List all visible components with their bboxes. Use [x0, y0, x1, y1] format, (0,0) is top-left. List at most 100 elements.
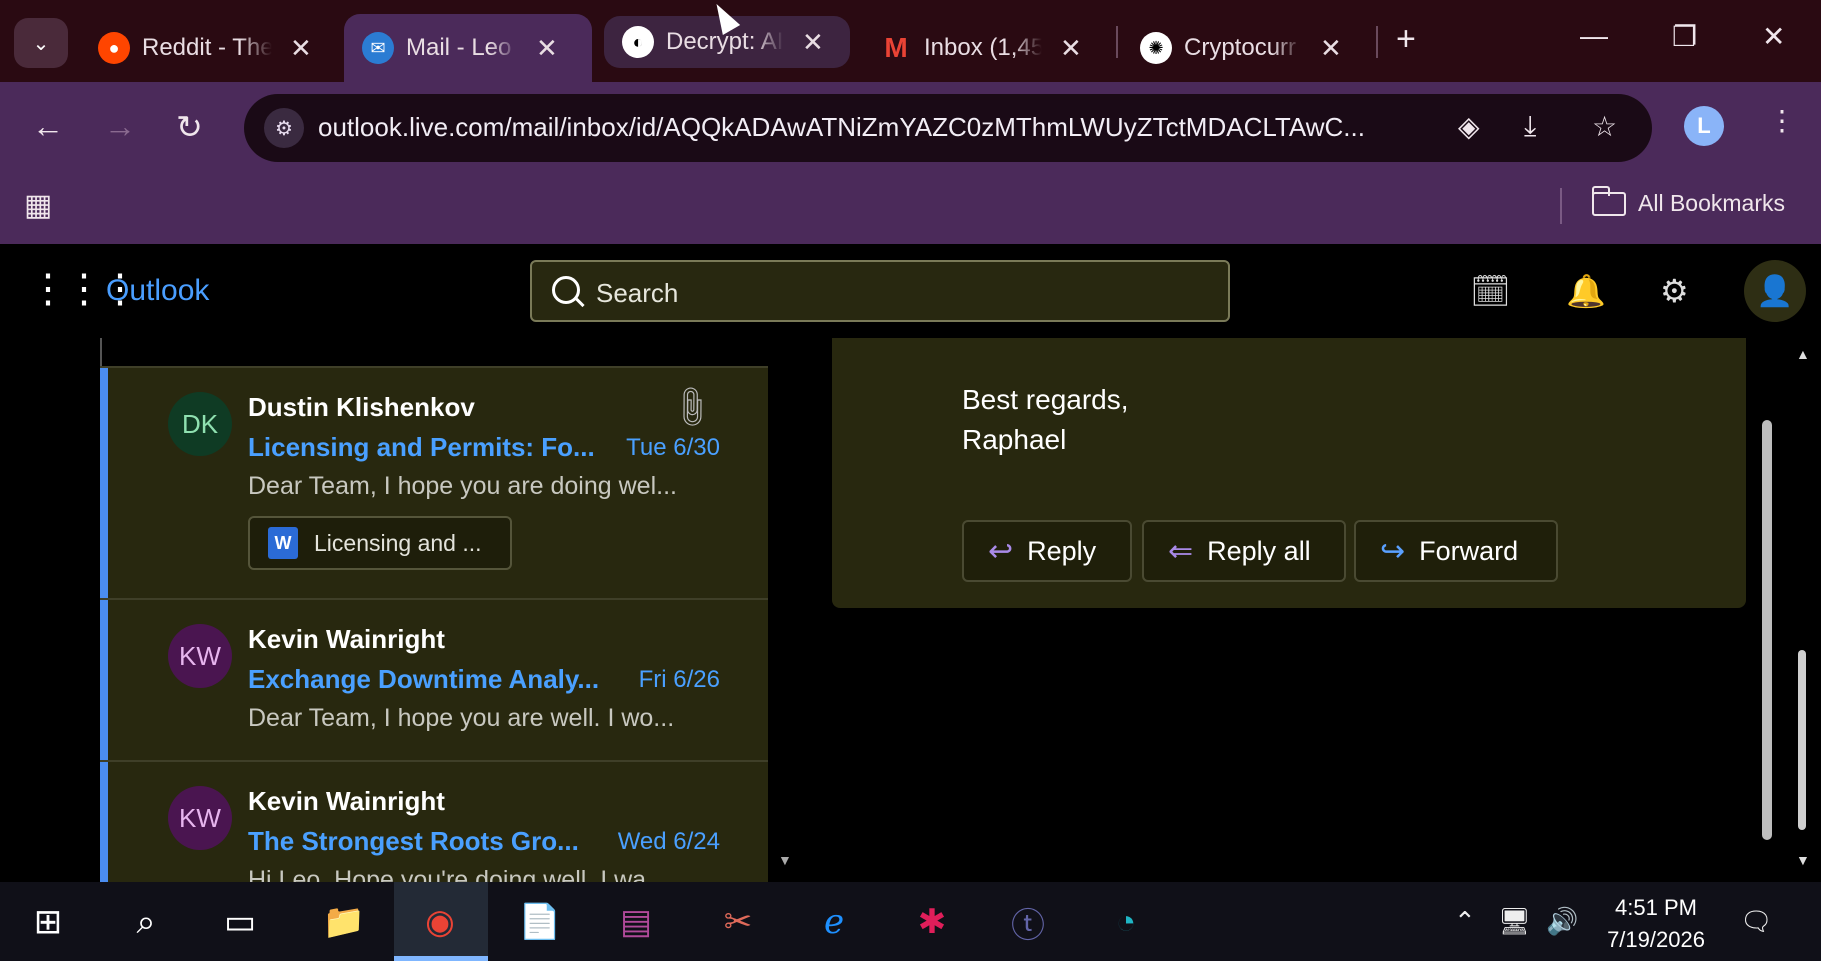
tab-divider — [1116, 26, 1118, 58]
profile-avatar[interactable]: L — [1684, 106, 1724, 146]
forward-button[interactable]: ↪ Forward — [1354, 520, 1558, 582]
message-subject: The Strongest Roots Gro... — [248, 826, 579, 856]
gear-icon[interactable]: ⚙ — [1660, 272, 1689, 310]
back-button[interactable]: ← — [32, 108, 64, 145]
slack-icon[interactable]: ✱ — [904, 894, 960, 950]
search-input[interactable]: Search — [530, 260, 1230, 322]
reading-pane-scrollbar[interactable] — [1762, 420, 1772, 840]
unread-indicator — [100, 762, 108, 882]
outlook-icon: ✉ — [362, 32, 394, 64]
network-icon[interactable]: 🖥 — [1498, 906, 1531, 937]
tab-title: Cryptocurr — [1184, 34, 1297, 61]
account-avatar[interactable]: 👤 — [1744, 260, 1806, 322]
reply-all-label: Reply all — [1207, 535, 1311, 566]
address-bar[interactable]: ⚙ outlook.live.com/mail/inbox/id/AQQkADA… — [244, 94, 1652, 162]
browser-tab-bar: ⌄ ● Reddit - The ✕ ✉ Mail - Leo C ✕ ◐ De… — [0, 0, 1821, 82]
message-item[interactable]: DK Dustin Klishenkov 📎︎ Licensing and Pe… — [100, 366, 768, 598]
windows-taskbar: ⊞ ⌕ ▭ 📁 ◉ 📄 ▤ ✂ ℯ ✱ ⓣ ◔ ⌃ 🖥 🔊 4:51 PM 7/… — [0, 882, 1821, 961]
sender-avatar: DK — [168, 392, 232, 456]
reload-button[interactable]: ↻ — [176, 108, 203, 146]
my-day-icon[interactable]: 🗓 — [1470, 272, 1511, 310]
attachment-name: Licensing and ... — [314, 529, 482, 556]
tab-title: Inbox (1,45 — [924, 34, 1042, 61]
reddit-icon: ● — [98, 32, 130, 64]
bell-icon[interactable]: 🔔 — [1566, 272, 1606, 310]
apps-grid-icon[interactable]: ▦ — [24, 188, 52, 223]
install-app-icon[interactable]: ⤓ — [1524, 110, 1536, 143]
signoff-closing: Best regards, — [962, 384, 1129, 415]
new-tab-button[interactable]: + — [1396, 20, 1416, 59]
chevron-up-icon[interactable]: ⌃ — [1454, 906, 1476, 937]
chrome-icon[interactable]: ◉ — [412, 894, 468, 950]
page-scrollbar[interactable] — [1798, 650, 1806, 830]
message-item[interactable]: KW Kevin Wainright The Strongest Roots G… — [100, 760, 768, 882]
sender-name: Kevin Wainright — [248, 624, 445, 654]
tab-title: Mail - Leo C — [406, 34, 518, 61]
close-tab-icon[interactable]: ✕ — [1320, 33, 1342, 64]
email-signoff: Best regards, Raphael — [962, 380, 1129, 460]
file-explorer-icon[interactable]: 📁 — [316, 894, 372, 950]
all-bookmarks-button[interactable]: All Bookmarks — [1592, 185, 1785, 217]
sender-name: Dustin Klishenkov — [248, 392, 475, 422]
close-tab-icon[interactable]: ✕ — [290, 33, 312, 64]
scroll-up-arrow[interactable]: ▲ — [1796, 346, 1810, 362]
windows-start-icon[interactable]: ⊞ — [20, 894, 76, 950]
reply-button[interactable]: ↩ Reply — [962, 520, 1132, 582]
close-window-button[interactable]: ✕ — [1762, 20, 1785, 53]
chevron-down-icon: ⌄ — [32, 32, 50, 55]
tab-outlook-mail[interactable]: ✉ Mail - Leo C ✕ — [344, 14, 592, 82]
message-preview: Dear Team, I hope you are well. I wo... — [248, 704, 675, 732]
browser-menu-icon[interactable]: ⋮ — [1768, 104, 1796, 137]
scroll-down-arrow[interactable]: ▼ — [1796, 852, 1810, 868]
notepad-icon[interactable]: 📄 — [512, 894, 568, 950]
minimize-button[interactable]: — — [1580, 20, 1608, 52]
task-view-icon[interactable]: ▭ — [212, 894, 268, 950]
notifications-icon[interactable]: 🗨 — [1740, 906, 1773, 937]
sender-name: Kevin Wainright — [248, 786, 445, 816]
list-scroll-down-arrow[interactable]: ▼ — [778, 852, 792, 868]
teams-icon[interactable]: ⓣ — [1000, 894, 1056, 950]
message-preview: Hi Leo, Hope you're doing well. I wa... — [248, 866, 667, 882]
attachment-chip[interactable]: W Licensing and ... — [248, 516, 512, 570]
tab-search-button[interactable]: ⌄ — [14, 18, 68, 68]
message-date: Tue 6/30 — [626, 434, 720, 461]
decrypt-icon: ◐ — [622, 26, 654, 58]
site-settings-icon[interactable]: ⚙ — [264, 108, 304, 148]
message-date: Fri 6/26 — [638, 666, 720, 693]
url-text[interactable]: outlook.live.com/mail/inbox/id/AQQkADAwA… — [318, 112, 1458, 143]
restore-button[interactable]: ❐ — [1672, 20, 1697, 53]
tab-reddit[interactable]: ● Reddit - The ✕ — [80, 14, 330, 82]
unread-indicator — [100, 600, 108, 760]
sender-avatar: KW — [168, 624, 232, 688]
reading-pane: Best regards, Raphael ↩ Reply ⇐ Reply al… — [832, 338, 1746, 608]
outlook-brand[interactable]: Outlook — [106, 274, 209, 308]
reply-all-button[interactable]: ⇐ Reply all — [1142, 520, 1346, 582]
internet-explorer-icon[interactable]: ℯ — [806, 894, 862, 950]
close-tab-icon[interactable]: ✕ — [802, 27, 824, 58]
message-preview: Dear Team, I hope you are doing wel... — [248, 472, 677, 500]
message-item[interactable]: KW Kevin Wainright Exchange Downtime Ana… — [100, 598, 768, 760]
active-app-indicator — [394, 956, 488, 961]
tab-gmail[interactable]: M Inbox (1,45 ✕ — [862, 14, 1100, 82]
extension-diamond-icon[interactable]: ◈ — [1458, 110, 1480, 143]
bookmarks-bar: ▦ All Bookmarks — [0, 174, 1821, 244]
tab-cryptocurrency[interactable]: ✺ Cryptocurr ✕ — [1122, 14, 1360, 82]
volume-icon[interactable]: 🔊 — [1546, 906, 1578, 937]
winrar-icon[interactable]: ▤ — [608, 894, 664, 950]
browser-toolbar: ← → ↻ ⚙ outlook.live.com/mail/inbox/id/A… — [0, 82, 1821, 174]
paint-icon[interactable]: ✂ — [710, 894, 766, 950]
previous-item-fragment: ‾‾‾‾ — [248, 338, 288, 355]
bookmark-star-icon[interactable]: ☆ — [1592, 110, 1617, 143]
reply-all-icon: ⇐ — [1168, 534, 1194, 568]
message-date: Wed 6/24 — [617, 828, 720, 855]
search-taskbar-icon[interactable]: ⌕ — [118, 894, 174, 950]
forward-icon: ↪ — [1380, 534, 1406, 568]
close-tab-icon[interactable]: ✕ — [536, 33, 558, 64]
close-tab-icon[interactable]: ✕ — [1060, 33, 1082, 64]
sender-avatar: KW — [168, 786, 232, 850]
app-wave-icon[interactable]: ◔ — [1098, 894, 1154, 950]
system-clock[interactable]: 4:51 PM 7/19/2026 — [1596, 892, 1716, 956]
outlook-header: ⋮⋮⋮ Outlook Search 🗓 🔔 ⚙ 👤 — [0, 244, 1821, 338]
signoff-name: Raphael — [962, 424, 1067, 455]
forward-button[interactable]: → — [104, 108, 136, 145]
